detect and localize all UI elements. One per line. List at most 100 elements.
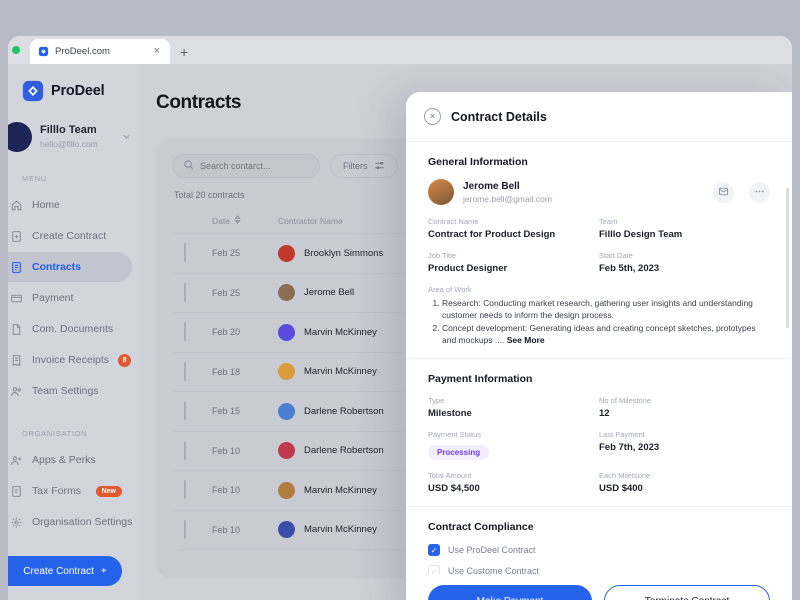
sidebar-item-com-documents[interactable]: Com. Documents	[8, 314, 132, 344]
close-icon[interactable]: ×	[152, 46, 162, 57]
row-checkbox-cell[interactable]	[184, 322, 212, 342]
team-settings-icon	[10, 385, 23, 398]
row-checkbox-cell[interactable]	[184, 519, 212, 539]
mail-button[interactable]	[713, 181, 734, 203]
close-icon[interactable]: ×	[424, 108, 441, 125]
filters-button[interactable]: Filters	[330, 154, 398, 178]
field-type: Type Milestone	[428, 396, 599, 419]
field-value: Feb 5th, 2023	[599, 263, 660, 274]
contractor-info: Jerome Bell jerome.bell@gmail.com	[463, 181, 698, 204]
more-options-button[interactable]	[749, 181, 770, 203]
compliance-option-prodeel-contract[interactable]: ✓ Use ProDeel Contract	[428, 544, 770, 557]
make-payment-button[interactable]: Make Payment	[428, 585, 592, 600]
field-label: Total Amount	[428, 471, 472, 481]
new-badge: New	[95, 485, 122, 497]
column-header-date[interactable]: Date	[212, 215, 278, 226]
chevron-down-icon[interactable]	[122, 132, 140, 143]
sidebar-item-label: Contracts	[32, 261, 82, 273]
general-fields-grid: Contract Name Contract for Product Desig…	[428, 217, 770, 285]
sidebar-item-label: Com. Documents	[32, 323, 114, 335]
sidebar-item-contracts[interactable]: Contracts	[8, 252, 132, 282]
checkbox-unchecked-icon[interactable]	[184, 401, 186, 421]
section-title: Payment Information	[428, 373, 533, 386]
sidebar-item-tax-forms[interactable]: Tax Forms New	[8, 476, 132, 506]
filters-button-label: Filters	[343, 161, 368, 171]
documents-icon	[10, 323, 23, 336]
sidebar-item-home[interactable]: Home	[8, 190, 132, 220]
area-of-work: Area of Work Research: Conducting market…	[428, 285, 770, 346]
checkbox-unchecked-icon[interactable]	[184, 519, 186, 539]
sidebar-item-create-contract[interactable]: Create Contract	[8, 221, 132, 251]
compliance-option-label: Use ProDeel Contract	[448, 545, 536, 556]
search-box[interactable]	[172, 154, 320, 178]
plus-icon: +	[100, 565, 107, 577]
browser-tabstrip: ProDeel.com × +	[8, 36, 792, 64]
sidebar-item-payment[interactable]: Payment	[8, 283, 132, 313]
row-checkbox-cell[interactable]	[184, 401, 212, 421]
checkbox-unchecked-icon[interactable]	[184, 480, 186, 500]
organisation-settings-icon	[10, 516, 23, 529]
field-value: 12	[599, 408, 610, 420]
team-switcher[interactable]: Filllo Team hello@fillo.com	[8, 122, 140, 152]
avatar	[278, 363, 295, 381]
search-icon	[183, 157, 194, 175]
checkbox-checked-icon[interactable]: ✓	[428, 544, 440, 557]
recording-indicator-dot	[12, 46, 20, 54]
field-label: Last Payment	[599, 430, 645, 440]
create-contract-button[interactable]: Create Contract +	[8, 556, 122, 586]
browser-window: ProDeel.com × + ProDeel Filllo Team hell…	[8, 36, 792, 600]
team-text: Filllo Team hello@fillo.com	[40, 124, 114, 149]
field-last-payment: Last Payment Feb 7th, 2023	[599, 430, 770, 460]
checkbox-unchecked-icon[interactable]	[184, 440, 186, 460]
checkbox-unchecked-icon[interactable]	[184, 282, 186, 302]
area-of-work-list: Research: Conducting market research, ga…	[442, 297, 770, 346]
row-checkbox-cell[interactable]	[184, 440, 212, 460]
sidebar-item-label: Tax Forms	[32, 485, 82, 497]
checkbox-unchecked-icon[interactable]	[184, 361, 186, 381]
cell-contractor-name-text: Jerome Bell	[304, 287, 355, 299]
team-avatar	[8, 122, 32, 152]
payment-icon	[10, 292, 23, 305]
drawer-body[interactable]: General Information Jerome Bell jerome.b…	[406, 142, 792, 600]
checkbox-unchecked-icon[interactable]	[184, 243, 186, 263]
field-label: Payment Status	[428, 430, 481, 440]
brand-name: ProDeel	[51, 83, 105, 99]
sidebar-item-label: Create Contract	[32, 230, 107, 242]
sidebar-item-label: Team Settings	[32, 385, 99, 397]
general-information-section: General Information Jerome Bell jerome.b…	[406, 142, 792, 360]
list-item: Concept development: Generating ideas an…	[442, 322, 770, 347]
sidebar: ProDeel Filllo Team hello@fillo.com MENU	[8, 64, 140, 600]
more-horizontal-icon	[754, 185, 765, 200]
contractor-name: Jerome Bell	[463, 180, 520, 192]
sidebar-item-label: Organisation Settings	[32, 516, 133, 528]
row-checkbox-cell[interactable]	[184, 282, 212, 302]
sidebar-item-apps-perks[interactable]: Apps & Perks	[8, 445, 132, 475]
field-total-amount: Total Amount USD $4,500	[428, 471, 599, 494]
browser-tab[interactable]: ProDeel.com ×	[30, 39, 170, 64]
new-tab-icon[interactable]: +	[180, 44, 188, 60]
sidebar-section-organisation-label: ORGANISATION	[22, 429, 88, 438]
sidebar-item-invoice-receipts[interactable]: Invoice Receipts 8	[8, 345, 132, 375]
checkbox-unchecked-icon[interactable]	[184, 322, 186, 342]
sidebar-item-team-settings[interactable]: Team Settings	[8, 376, 132, 406]
drawer-scrollbar[interactable]	[786, 188, 789, 328]
field-value: USD $4,500	[428, 483, 480, 495]
terminate-contract-button[interactable]: Terminate Contract	[604, 585, 770, 600]
apps-icon	[10, 454, 23, 467]
field-label: Contract Name	[428, 217, 479, 226]
row-checkbox-cell[interactable]	[184, 480, 212, 500]
cell-date: Feb 10	[212, 445, 241, 456]
field-value: Product Designer	[428, 263, 508, 274]
prodeel-logo-icon	[22, 80, 44, 102]
filter-sliders-icon	[374, 160, 385, 173]
row-checkbox-cell[interactable]	[184, 361, 212, 381]
sort-icon[interactable]	[234, 215, 241, 226]
field-label: Start Date	[599, 251, 633, 260]
field-start-date: Start Date Feb 5th, 2023	[599, 251, 770, 274]
payment-information-section: Payment Information Type Milestone No of…	[406, 359, 792, 508]
row-checkbox-cell[interactable]	[184, 243, 212, 263]
search-input[interactable]	[200, 161, 309, 171]
sidebar-item-organisation-settings[interactable]: Organisation Settings	[8, 507, 132, 537]
see-more-link[interactable]: See More	[507, 335, 545, 345]
cell-contractor-name-text: Brooklyn Simmons	[304, 247, 384, 259]
